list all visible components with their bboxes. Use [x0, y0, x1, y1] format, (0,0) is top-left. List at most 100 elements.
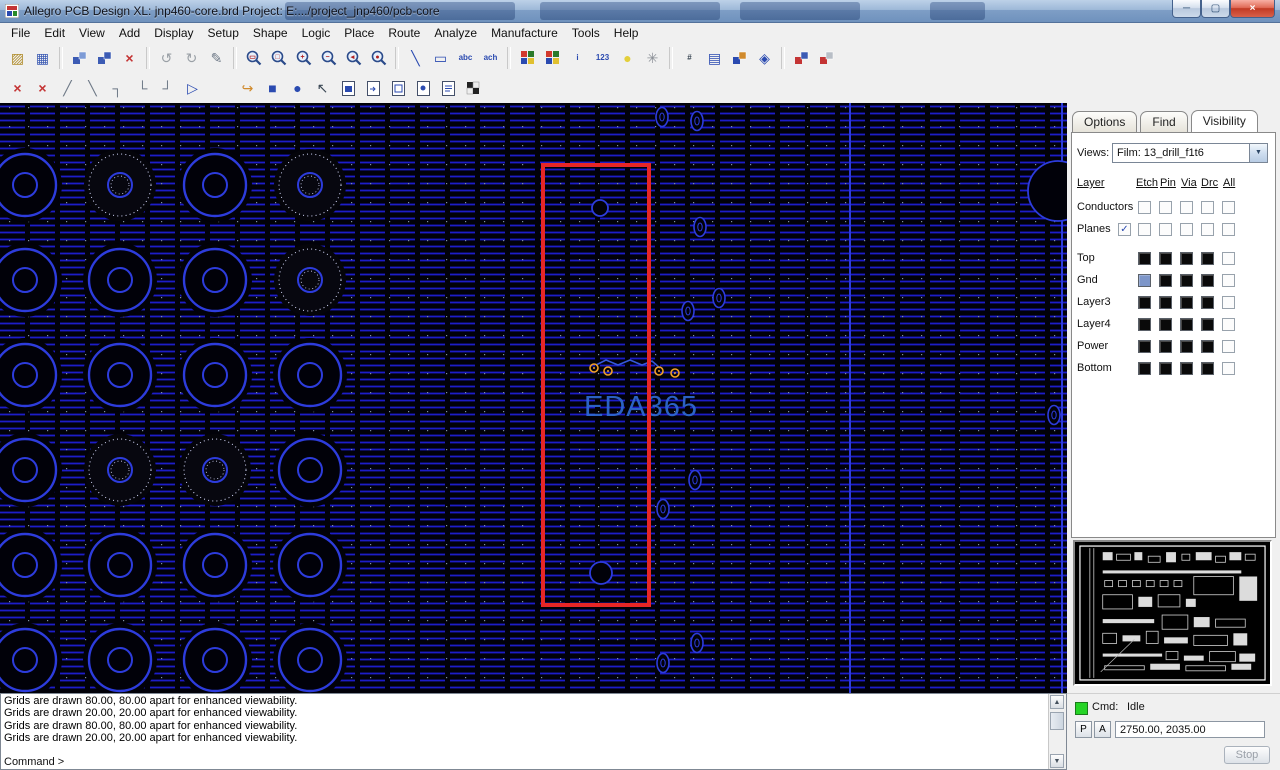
planes-all-checkbox[interactable] — [1222, 223, 1235, 236]
layer4-drc-swatch[interactable] — [1201, 318, 1214, 331]
menu-file[interactable]: File — [4, 24, 37, 42]
open-file-button[interactable]: ▨ — [5, 46, 30, 70]
dehighlight-button[interactable]: ✳ — [640, 46, 665, 70]
cross-section-button[interactable]: ▤ — [702, 46, 727, 70]
unrats-all-button[interactable]: × — [117, 46, 142, 70]
layer4-pin-swatch[interactable] — [1159, 318, 1172, 331]
top-all-checkbox[interactable] — [1222, 252, 1235, 265]
console-scrollbar[interactable]: ▲ ▼ — [1048, 694, 1066, 769]
menu-place[interactable]: Place — [337, 24, 381, 42]
gnd-pin-swatch[interactable] — [1159, 274, 1172, 287]
film-expand-button[interactable] — [360, 76, 385, 100]
done-button[interactable]: ▷ — [180, 76, 205, 100]
add-text-button[interactable]: abc — [453, 46, 478, 70]
close-button[interactable]: × — [1230, 0, 1275, 18]
layer4-etch-swatch[interactable] — [1138, 318, 1151, 331]
save-file-button[interactable]: ▦ — [30, 46, 55, 70]
menu-route[interactable]: Route — [381, 24, 427, 42]
element-info-button[interactable]: i — [565, 46, 590, 70]
rats-all-button[interactable] — [67, 46, 92, 70]
pick-button[interactable]: P — [1075, 721, 1092, 738]
menu-view[interactable]: View — [72, 24, 112, 42]
conductors-via-checkbox[interactable] — [1180, 201, 1193, 214]
slide-button[interactable]: ╱ — [55, 76, 80, 100]
add-rect-button[interactable]: ▭ — [428, 46, 453, 70]
chevron-down-icon[interactable]: ▼ — [1249, 144, 1267, 162]
layer3-pin-swatch[interactable] — [1159, 296, 1172, 309]
titlebar[interactable]: Allegro PCB Design XL: jnp460-core.brd P… — [0, 0, 1280, 23]
planes-group-checkbox[interactable] — [1118, 223, 1131, 236]
waive-drc-button[interactable] — [814, 46, 839, 70]
menu-tools[interactable]: Tools — [565, 24, 607, 42]
bottom-all-checkbox[interactable] — [1222, 362, 1235, 375]
planes-etch-checkbox[interactable] — [1138, 223, 1151, 236]
plot-preview-button[interactable] — [435, 76, 460, 100]
planes-pin-checkbox[interactable] — [1159, 223, 1172, 236]
layer3-all-checkbox[interactable] — [1222, 296, 1235, 309]
shadow-mode-button[interactable] — [789, 46, 814, 70]
artwork-film-button[interactable] — [335, 76, 360, 100]
zoom-out-button[interactable]: − — [316, 46, 341, 70]
menu-shape[interactable]: Shape — [246, 24, 295, 42]
conductors-all-checkbox[interactable] — [1222, 201, 1235, 214]
bottom-pin-swatch[interactable] — [1159, 362, 1172, 375]
elbow-horizontal-button[interactable]: ┐ — [105, 76, 130, 100]
color-priority-button[interactable] — [540, 46, 565, 70]
tab-visibility[interactable]: Visibility — [1191, 110, 1258, 132]
menu-help[interactable]: Help — [607, 24, 646, 42]
scroll-up-icon[interactable]: ▲ — [1050, 695, 1064, 709]
tab-options[interactable]: Options — [1072, 111, 1137, 132]
menu-setup[interactable]: Setup — [201, 24, 246, 42]
film-pad-button[interactable] — [410, 76, 435, 100]
maximize-button[interactable]: ▢ — [1201, 0, 1230, 18]
planes-drc-checkbox[interactable] — [1201, 223, 1214, 236]
command-prompt[interactable]: Command > — [4, 756, 64, 768]
zoom-fit-button[interactable]: □ — [266, 46, 291, 70]
measure-button[interactable]: 123 — [590, 46, 615, 70]
justify-text-button[interactable]: ach — [478, 46, 503, 70]
menu-manufacture[interactable]: Manufacture — [484, 24, 565, 42]
color-dialog-button[interactable] — [515, 46, 540, 70]
views-dropdown[interactable]: Film: 13_drill_f1t6 ▼ — [1112, 143, 1268, 163]
scrollbar-thumb[interactable] — [1050, 712, 1064, 730]
power-pin-swatch[interactable] — [1159, 340, 1172, 353]
redo-button[interactable]: ↻ — [179, 46, 204, 70]
pcb-canvas[interactable]: EDA365 — [0, 103, 1067, 693]
zoom-points-button[interactable]: ▭ — [241, 46, 266, 70]
menu-add[interactable]: Add — [112, 24, 147, 42]
design-overview-minimap[interactable] — [1073, 540, 1272, 686]
vertex-corner-button[interactable]: ┘ — [155, 76, 180, 100]
delete-vertex-button[interactable]: × — [30, 76, 55, 100]
gnd-drc-swatch[interactable] — [1201, 274, 1214, 287]
film-box-button[interactable] — [385, 76, 410, 100]
bottom-via-swatch[interactable] — [1180, 362, 1193, 375]
minimize-button[interactable]: ─ — [1172, 0, 1201, 18]
top-etch-swatch[interactable] — [1138, 252, 1151, 265]
power-via-swatch[interactable] — [1180, 340, 1193, 353]
conductors-drc-checkbox[interactable] — [1201, 201, 1214, 214]
grid-toggle-button[interactable]: # — [677, 46, 702, 70]
shape-rect-button[interactable]: ■ — [260, 76, 285, 100]
stop-button[interactable]: Stop — [1224, 746, 1270, 764]
rats-net-button[interactable] — [92, 46, 117, 70]
drill-legend-button[interactable] — [460, 76, 485, 100]
menu-analyze[interactable]: Analyze — [427, 24, 484, 42]
menu-logic[interactable]: Logic — [295, 24, 338, 42]
power-drc-swatch[interactable] — [1201, 340, 1214, 353]
elbow-vertical-button[interactable]: └ — [130, 76, 155, 100]
top-drc-swatch[interactable] — [1201, 252, 1214, 265]
planes-via-checkbox[interactable] — [1180, 223, 1193, 236]
layer3-etch-swatch[interactable] — [1138, 296, 1151, 309]
conductors-pin-checkbox[interactable] — [1159, 201, 1172, 214]
tab-find[interactable]: Find — [1140, 111, 1187, 132]
layer3-drc-swatch[interactable] — [1201, 296, 1214, 309]
power-etch-swatch[interactable] — [1138, 340, 1151, 353]
delete-button[interactable]: × — [5, 76, 30, 100]
gnd-all-checkbox[interactable] — [1222, 274, 1235, 287]
gnd-etch-swatch[interactable] — [1138, 274, 1151, 287]
highlight-button[interactable]: ● — [615, 46, 640, 70]
scroll-down-icon[interactable]: ▼ — [1050, 754, 1064, 768]
select-cursor-button[interactable]: ↖ — [310, 76, 335, 100]
gnd-via-swatch[interactable] — [1180, 274, 1193, 287]
command-console[interactable]: Grids are drawn 80.00, 80.00 apart for e… — [0, 693, 1067, 770]
